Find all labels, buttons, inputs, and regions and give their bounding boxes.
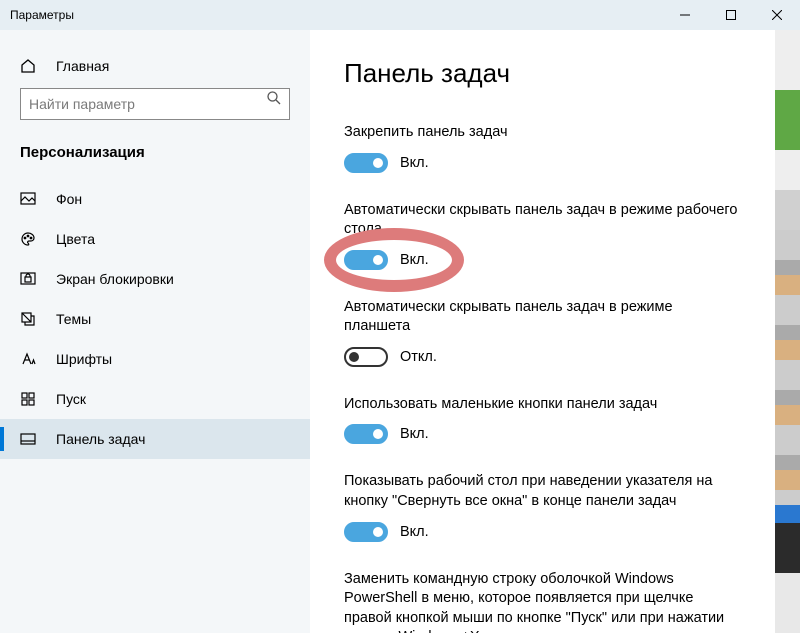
page-title: Панель задач	[344, 58, 741, 89]
palette-icon	[20, 231, 36, 247]
home-icon	[20, 58, 36, 74]
sidebar-item-label: Фон	[56, 191, 82, 207]
toggle-small-buttons[interactable]	[344, 424, 388, 444]
setting-label: Автоматически скрывать панель задач в ре…	[344, 201, 741, 240]
close-button[interactable]	[754, 0, 800, 30]
main-content: Панель задач Закрепить панель задач Вкл.…	[310, 30, 775, 633]
sidebar-item-lockscreen[interactable]: Экран блокировки	[0, 259, 310, 299]
sidebar-item-themes[interactable]: Темы	[0, 299, 310, 339]
sidebar-section-title: Персонализация	[0, 138, 310, 179]
setting-lock-taskbar: Закрепить панель задач Вкл.	[344, 123, 741, 173]
sidebar-item-label: Цвета	[56, 231, 95, 247]
sidebar-item-start[interactable]: Пуск	[0, 379, 310, 419]
title-bar: Параметры	[0, 0, 800, 30]
setting-label: Заменить командную строку оболочкой Wind…	[344, 570, 741, 633]
maximize-button[interactable]	[708, 0, 754, 30]
start-icon	[20, 391, 36, 407]
sidebar-item-label: Пуск	[56, 391, 86, 407]
sidebar-item-label: Темы	[56, 311, 91, 327]
lockscreen-icon	[20, 271, 36, 287]
sidebar-item-background[interactable]: Фон	[0, 179, 310, 219]
search-icon	[266, 90, 282, 106]
sidebar-item-label: Панель задач	[56, 431, 145, 447]
themes-icon	[20, 311, 36, 327]
setting-label: Закрепить панель задач	[344, 123, 741, 143]
toggle-peek-desktop[interactable]	[344, 522, 388, 542]
sidebar-item-fonts[interactable]: Шрифты	[0, 339, 310, 379]
sidebar-item-label: Шрифты	[56, 351, 112, 367]
home-nav[interactable]: Главная	[0, 50, 310, 82]
setting-small-buttons: Использовать маленькие кнопки панели зад…	[344, 395, 741, 445]
search-input[interactable]	[20, 88, 290, 120]
toggle-state-label: Откл.	[400, 349, 437, 365]
window-title: Параметры	[10, 8, 74, 22]
window-controls	[662, 0, 800, 30]
setting-powershell: Заменить командную строку оболочкой Wind…	[344, 570, 741, 633]
setting-autohide-desktop: Автоматически скрывать панель задач в ре…	[344, 201, 741, 270]
setting-autohide-tablet: Автоматически скрывать панель задач в ре…	[344, 298, 741, 367]
toggle-lock-taskbar[interactable]	[344, 153, 388, 173]
minimize-button[interactable]	[662, 0, 708, 30]
setting-label: Автоматически скрывать панель задач в ре…	[344, 298, 741, 337]
sidebar: Главная Персонализация Фон Цвета Э	[0, 30, 310, 633]
fonts-icon	[20, 351, 36, 367]
sidebar-item-colors[interactable]: Цвета	[0, 219, 310, 259]
setting-label: Использовать маленькие кнопки панели зад…	[344, 395, 741, 415]
home-label: Главная	[56, 58, 109, 74]
sidebar-item-label: Экран блокировки	[56, 271, 174, 287]
search-container	[0, 82, 310, 138]
picture-icon	[20, 191, 36, 207]
toggle-state-label: Вкл.	[400, 426, 429, 442]
toggle-state-label: Вкл.	[400, 524, 429, 540]
taskbar-icon	[20, 431, 36, 447]
setting-peek-desktop: Показывать рабочий стол при наведении ук…	[344, 472, 741, 541]
toggle-autohide-desktop[interactable]	[344, 250, 388, 270]
toggle-autohide-tablet[interactable]	[344, 347, 388, 367]
sidebar-item-taskbar[interactable]: Панель задач	[0, 419, 310, 459]
setting-label: Показывать рабочий стол при наведении ук…	[344, 472, 741, 511]
toggle-state-label: Вкл.	[400, 155, 429, 171]
toggle-state-label: Вкл.	[400, 252, 429, 268]
background-page-sliver	[775, 30, 800, 633]
